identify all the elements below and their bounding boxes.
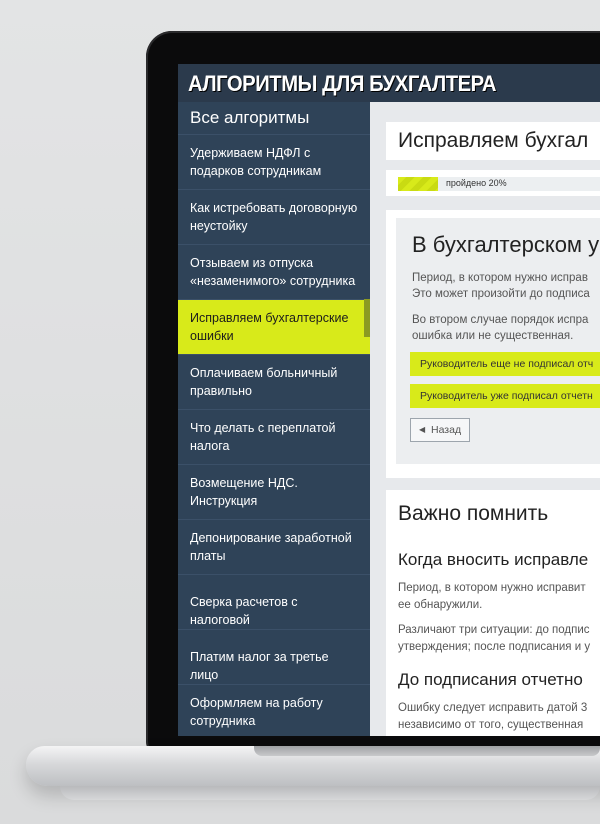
sidebar: Все алгоритмы Удерживаем НДФЛ с подарков … bbox=[178, 102, 370, 736]
sidebar-item-label: платы bbox=[190, 549, 226, 563]
sidebar-item-label: подарков сотрудникам bbox=[190, 164, 322, 178]
progress-fill bbox=[398, 177, 439, 191]
step-text-line: Период, в котором нужно исправ bbox=[412, 272, 588, 284]
sidebar-item-label: Как истребовать договорную bbox=[190, 201, 358, 215]
notes-heading: Важно помнить bbox=[398, 502, 549, 525]
notes-card: Важно помнить Когда вносить исправле Пер… bbox=[386, 490, 600, 736]
sidebar-item-label: Удерживаем НДФЛ с bbox=[190, 146, 311, 160]
laptop-hinge bbox=[254, 746, 600, 756]
progress-label: пройдено 20% bbox=[446, 178, 507, 188]
sidebar-item[interactable]: Что делать с переплатой налога bbox=[178, 409, 370, 464]
option-signed-button[interactable]: Руководитель уже подписал отчетн bbox=[410, 384, 600, 408]
sidebar-item-label: Возмещение НДС. bbox=[190, 476, 298, 490]
back-button[interactable]: ◀ Назад bbox=[410, 418, 470, 442]
sidebar-item[interactable]: Платим налог за третье лицо bbox=[178, 629, 370, 684]
sidebar-item-label: Инструкция bbox=[190, 494, 258, 508]
laptop-screen: АЛГОРИТМЫ ДЛЯ БУХГАЛТЕРА Все алгоритмы У… bbox=[178, 64, 600, 736]
laptop-base-shadow bbox=[60, 786, 600, 800]
sidebar-item[interactable]: Отзываем из отпуска «незаменимого» сотруд… bbox=[178, 244, 370, 299]
sidebar-item-label: Отзываем из отпуска bbox=[190, 256, 314, 270]
notes-text-line: утверждения; после подписания и у bbox=[398, 641, 591, 653]
sidebar-item-label: Депонирование заработной bbox=[190, 531, 352, 545]
notes-subheading: До подписания отчетно bbox=[398, 670, 583, 689]
sidebar-menu: Удерживаем НДФЛ с подарков сотрудникам Как… bbox=[178, 134, 370, 736]
notes-text-line: Ошибку следует исправить датой 3 bbox=[398, 702, 588, 714]
progress-card: пройдено 20% bbox=[386, 170, 600, 196]
sidebar-item-label: Сверка расчетов с налоговой bbox=[190, 595, 298, 627]
sidebar-item-label: налога bbox=[190, 439, 230, 453]
step-heading: В бухгалтерском у bbox=[412, 232, 600, 257]
notes-text-line: Различают три ситуации: до подпис bbox=[398, 624, 590, 636]
sidebar-item-label: Что делать с переплатой bbox=[190, 421, 336, 435]
sidebar-item[interactable]: Возмещение НДС. Инструкция bbox=[178, 464, 370, 519]
sidebar-item[interactable]: Депонирование заработной платы bbox=[178, 519, 370, 574]
progress-bar: пройдено 20% bbox=[398, 177, 600, 191]
step-text-line: ошибка или не существенная. bbox=[412, 330, 574, 342]
chevron-left-icon: ◀ bbox=[419, 425, 426, 434]
site-header: АЛГОРИТМЫ ДЛЯ БУХГАЛТЕРА bbox=[178, 64, 600, 102]
sidebar-title[interactable]: Все алгоритмы bbox=[190, 108, 309, 128]
option-not-signed-button[interactable]: Руководитель еще не подписал отч bbox=[410, 352, 600, 376]
back-button-label: Назад bbox=[431, 424, 462, 436]
notes-text-line: независимо от того, существенная bbox=[398, 719, 584, 731]
page-title: Исправляем бухгал bbox=[398, 129, 589, 152]
brand-logo[interactable]: АЛГОРИТМЫ ДЛЯ БУХГАЛТЕРА bbox=[188, 71, 497, 97]
sidebar-item[interactable]: Как истребовать договорную неустойку bbox=[178, 189, 370, 244]
sidebar-item-label: ошибки bbox=[190, 329, 234, 343]
notes-text-line: ее обнаружили. bbox=[398, 599, 483, 611]
step-text-line: Во втором случае порядок испра bbox=[412, 314, 589, 326]
sidebar-item[interactable]: Удерживаем НДФЛ с подарков сотрудникам bbox=[178, 134, 370, 189]
notes-subheading: Когда вносить исправле bbox=[398, 550, 589, 569]
sidebar-item-label: Платим налог за третье лицо bbox=[190, 650, 329, 682]
sidebar-item[interactable]: Оплачиваем больничный правильно bbox=[178, 354, 370, 409]
page-title-card: Исправляем бухгал bbox=[386, 122, 600, 160]
sidebar-item-label: неустойку bbox=[190, 219, 248, 233]
sidebar-item-label: правильно bbox=[190, 384, 252, 398]
sidebar-item-label: сотрудника bbox=[190, 714, 256, 728]
step-card: В бухгалтерском у Период, в котором нужн… bbox=[386, 210, 600, 478]
sidebar-item-label: Оплачиваем больничный bbox=[190, 366, 338, 380]
main-content: Исправляем бухгал пройдено 20% В бухгалт… bbox=[370, 102, 600, 736]
sidebar-item[interactable]: Оформляем на работу сотрудника bbox=[178, 684, 370, 736]
step-text-line: Это может произойти до подписа bbox=[412, 288, 590, 300]
sidebar-item[interactable]: Исправляем бухгалтерские ошибки bbox=[178, 299, 370, 354]
sidebar-item-label: Исправляем бухгалтерские bbox=[190, 311, 349, 325]
sidebar-item[interactable]: Сверка расчетов с налоговой bbox=[178, 574, 370, 629]
sidebar-item-label: Оформляем на работу bbox=[190, 696, 323, 710]
step-panel: В бухгалтерском у Период, в котором нужн… bbox=[396, 218, 600, 464]
sidebar-item-label: «незаменимого» сотрудника bbox=[190, 274, 356, 288]
notes-text-line: Период, в котором нужно исправит bbox=[398, 582, 586, 594]
